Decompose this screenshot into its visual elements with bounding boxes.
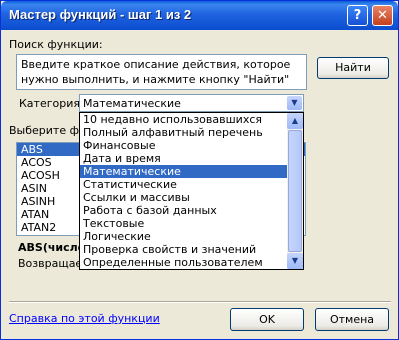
search-input[interactable]: Введите краткое описание действия, котор…: [16, 54, 307, 90]
category-selected-value: Математические: [83, 97, 181, 110]
scroll-up-icon[interactable]: ▲: [287, 113, 303, 129]
dropdown-option[interactable]: Проверка свойств и значений: [80, 243, 303, 256]
help-link[interactable]: Справка по этой функции: [9, 312, 160, 325]
ok-button[interactable]: OK: [230, 308, 304, 331]
dropdown-option-selected[interactable]: Математические: [80, 165, 303, 178]
dropdown-option[interactable]: 10 недавно использовавшихся: [80, 113, 303, 126]
category-select[interactable]: Математические ▼: [79, 94, 304, 112]
dropdown-option[interactable]: Полный алфавитный перечень: [80, 126, 303, 139]
close-icon[interactable]: ✕: [372, 5, 393, 26]
dropdown-option[interactable]: Логические: [80, 230, 303, 243]
search-label: Поиск функции:: [9, 38, 103, 51]
help-icon[interactable]: ?: [347, 5, 368, 26]
ok-button-label: OK: [259, 313, 275, 326]
scroll-down-icon[interactable]: ▼: [287, 253, 303, 269]
dropdown-option[interactable]: Текстовые: [80, 217, 303, 230]
find-button[interactable]: Найти: [317, 57, 389, 79]
dropdown-option[interactable]: Работа с базой данных: [80, 204, 303, 217]
dropdown-scrollbar[interactable]: ▲ ▼: [287, 113, 303, 269]
cancel-button[interactable]: Отмена: [315, 308, 389, 331]
category-label: Категория:: [19, 97, 84, 110]
dialog-window: Мастер функций - шаг 1 из 2 ? ✕ Поиск фу…: [0, 0, 399, 340]
find-button-label: Найти: [335, 61, 371, 74]
search-input-text: Введите краткое описание действия, котор…: [21, 58, 291, 86]
dropdown-option[interactable]: Статистические: [80, 178, 303, 191]
window-title: Мастер функций - шаг 1 из 2: [9, 7, 192, 22]
dropdown-option[interactable]: Финансовые: [80, 139, 303, 152]
dropdown-option[interactable]: Определенные пользователем: [80, 256, 303, 269]
cancel-button-label: Отмена: [329, 313, 375, 326]
function-list-label: Выберите фу: [9, 124, 86, 137]
scrollbar-thumb[interactable]: [288, 130, 302, 252]
title-bar[interactable]: Мастер функций - шаг 1 из 2 ? ✕: [1, 1, 398, 30]
category-dropdown-list[interactable]: 10 недавно использовавшихся Полный алфав…: [79, 112, 304, 270]
function-syntax: ABS(число: [18, 241, 86, 254]
chevron-down-icon[interactable]: ▼: [287, 96, 302, 110]
dropdown-option[interactable]: Ссылки и массивы: [80, 191, 303, 204]
footer-divider: [9, 301, 391, 303]
dropdown-option[interactable]: Дата и время: [80, 152, 303, 165]
